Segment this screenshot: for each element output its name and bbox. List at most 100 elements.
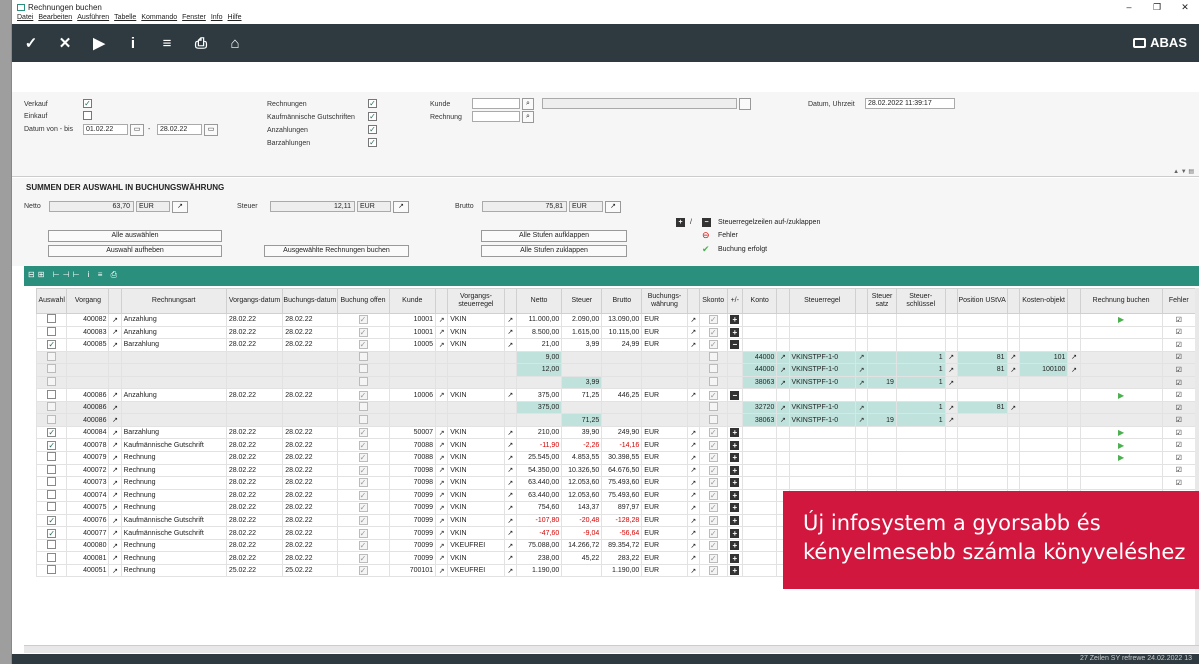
rechnung-buchen-cell[interactable]: ▶	[1079, 313, 1163, 327]
waehrung-link-cell[interactable]: ↗	[686, 325, 700, 340]
select-checkbox-cell[interactable]	[35, 501, 68, 515]
fehler-cell[interactable]: ☑	[1161, 425, 1197, 440]
steuerregel-detail-link-cell[interactable]: ↗	[854, 350, 869, 365]
kunde-link-cell[interactable]	[435, 413, 449, 427]
ustva-link-cell[interactable]	[1006, 313, 1020, 327]
expand-icon[interactable]: +	[730, 478, 740, 488]
rechnung-buchen-cell[interactable]: ▶	[1079, 438, 1163, 452]
konto-link-cell[interactable]	[776, 338, 790, 352]
arrow-link-icon[interactable]: ↗	[507, 543, 513, 550]
arrow-link-icon[interactable]: ↗	[948, 417, 954, 424]
print-icon[interactable]: ⎙	[194, 35, 208, 52]
column-header[interactable]	[503, 288, 517, 314]
rechnung-buchen-cell[interactable]: ▶	[1079, 425, 1163, 440]
column-header[interactable]	[108, 288, 122, 314]
expand-icon[interactable]: +	[730, 465, 740, 475]
fehler-cell[interactable]: ☑	[1161, 451, 1197, 465]
steuerregel-link-cell[interactable]	[503, 375, 517, 390]
kostenobjekt-link-cell[interactable]	[1067, 388, 1081, 402]
waehrung-link-cell[interactable]	[686, 363, 700, 377]
kostenobjekt-link-cell[interactable]	[1067, 400, 1081, 415]
waehrung-link-cell[interactable]	[686, 400, 700, 415]
ustva-link-cell[interactable]: ↗	[1006, 350, 1020, 365]
column-header[interactable]: Skonto	[698, 288, 728, 314]
select-checkbox-cell[interactable]: ✓	[35, 425, 68, 440]
konto-link-cell[interactable]	[776, 463, 790, 478]
waehrung-link-cell[interactable]: ↗	[686, 438, 700, 452]
arrow-link-icon[interactable]: ↗	[690, 530, 696, 537]
expand-icon[interactable]: +	[730, 503, 740, 513]
steuerregel-link-cell[interactable]: ↗	[503, 476, 517, 490]
konto-link-cell[interactable]	[776, 325, 790, 340]
arrow-link-icon[interactable]: ↗	[112, 505, 118, 512]
steuerregel-detail-link-cell[interactable]: ↗	[854, 413, 869, 427]
steuerschluessel-link-cell[interactable]	[944, 338, 958, 352]
select-checkbox[interactable]	[47, 540, 57, 550]
waehrung-link-cell[interactable]: ↗	[686, 425, 700, 440]
arrow-link-icon[interactable]: ↗	[690, 392, 696, 399]
panel-scroll-arrows-icon[interactable]: ▲ ▼ ▤	[1173, 168, 1194, 175]
select-checkbox[interactable]: ✓	[47, 428, 57, 438]
steuerschluessel-link-cell[interactable]	[944, 451, 958, 465]
kunde-link-cell[interactable]: ↗	[435, 451, 449, 465]
steuerregel-link-cell[interactable]: ↗	[503, 538, 517, 553]
select-checkbox[interactable]	[47, 377, 57, 386]
arrow-link-icon[interactable]: ↗	[439, 543, 445, 550]
alle-aufklappen-button[interactable]: Alle Stufen aufklappen	[481, 230, 627, 242]
arrow-link-icon[interactable]: ↗	[690, 455, 696, 462]
ustva-link-cell[interactable]	[1006, 338, 1020, 352]
steuerregel-link-cell[interactable]: ↗	[503, 388, 517, 402]
rechnung-buchen-cell[interactable]	[1079, 413, 1163, 427]
arrow-link-icon[interactable]: ↗	[605, 201, 621, 213]
fehler-cell[interactable]: ☑	[1161, 350, 1197, 365]
steuerschluessel-link-cell[interactable]	[944, 463, 958, 478]
arrow-link-icon[interactable]: ↗	[507, 505, 513, 512]
konto-link-cell[interactable]: ↗	[776, 413, 790, 427]
arrow-link-icon[interactable]: ↗	[859, 417, 865, 424]
steuerregel-detail-link-cell[interactable]	[854, 425, 869, 440]
expand-cell[interactable]: +	[726, 513, 744, 528]
steuerregel-link-cell[interactable]: ↗	[503, 438, 517, 452]
arrow-link-icon[interactable]: ↗	[112, 467, 118, 474]
ustva-link-cell[interactable]	[1006, 451, 1020, 465]
select-checkbox[interactable]	[47, 414, 57, 424]
arrow-link-icon[interactable]: ↗	[507, 492, 513, 499]
expand-cell[interactable]: +	[726, 463, 744, 478]
select-checkbox-cell[interactable]	[35, 350, 68, 365]
column-header[interactable]: Steuerregel	[788, 288, 856, 314]
vorgang-link-cell[interactable]: ↗	[108, 476, 122, 490]
error-edit-icon[interactable]: ☑	[1176, 405, 1182, 412]
expand-icon[interactable]: +	[730, 528, 740, 538]
error-edit-icon[interactable]: ☑	[1176, 392, 1182, 399]
vorgang-link-cell[interactable]: ↗	[108, 488, 122, 503]
arrow-link-icon[interactable]: ↗	[507, 568, 513, 575]
menu-fenster[interactable]: Fenster	[182, 14, 206, 24]
arrow-link-icon[interactable]: ↗	[507, 518, 513, 525]
arrow-link-icon[interactable]: ↗	[112, 492, 118, 499]
expand-cell[interactable]: −	[726, 338, 744, 352]
error-edit-icon[interactable]: ☑	[1176, 354, 1182, 361]
column-header[interactable]: Kunde	[388, 288, 437, 314]
kunde-link-cell[interactable]: ↗	[435, 388, 449, 402]
book-invoice-play-icon[interactable]: ▶	[1118, 391, 1124, 400]
waehrung-link-cell[interactable]	[686, 375, 700, 390]
arrow-link-icon[interactable]: ↗	[172, 201, 188, 213]
rechnung-buchen-cell[interactable]	[1079, 476, 1163, 490]
column-header[interactable]: Steuer-schlüssel	[895, 288, 946, 314]
table-row[interactable]: 9,00 44000 ↗ VKINSTPF-1-0 ↗ 1 ↗ 81 ↗ 101 ↗ ☑	[35, 350, 1197, 365]
waehrung-link-cell[interactable]: ↗	[686, 501, 700, 515]
kunde-link-cell[interactable]: ↗	[435, 501, 449, 515]
vorgang-link-cell[interactable]: ↗	[108, 313, 122, 327]
steuerregel-detail-link-cell[interactable]	[854, 325, 869, 340]
arrow-link-icon[interactable]: ↗	[690, 543, 696, 550]
rechnungen-buchen-button[interactable]: Ausgewählte Rechnungen buchen	[264, 245, 409, 257]
alle-auswaehlen-button[interactable]: Alle auswählen	[48, 230, 222, 242]
rechnung-buchen-cell[interactable]	[1079, 375, 1163, 390]
kunde-link-cell[interactable]	[435, 375, 449, 390]
column-header[interactable]: Rechnungsart	[120, 288, 227, 314]
error-edit-icon[interactable]: ☑	[1176, 430, 1182, 437]
select-checkbox-cell[interactable]	[35, 538, 68, 553]
arrow-link-icon[interactable]: ↗	[780, 417, 786, 424]
select-checkbox-cell[interactable]	[35, 463, 68, 478]
expand-cell[interactable]: −	[726, 388, 744, 402]
